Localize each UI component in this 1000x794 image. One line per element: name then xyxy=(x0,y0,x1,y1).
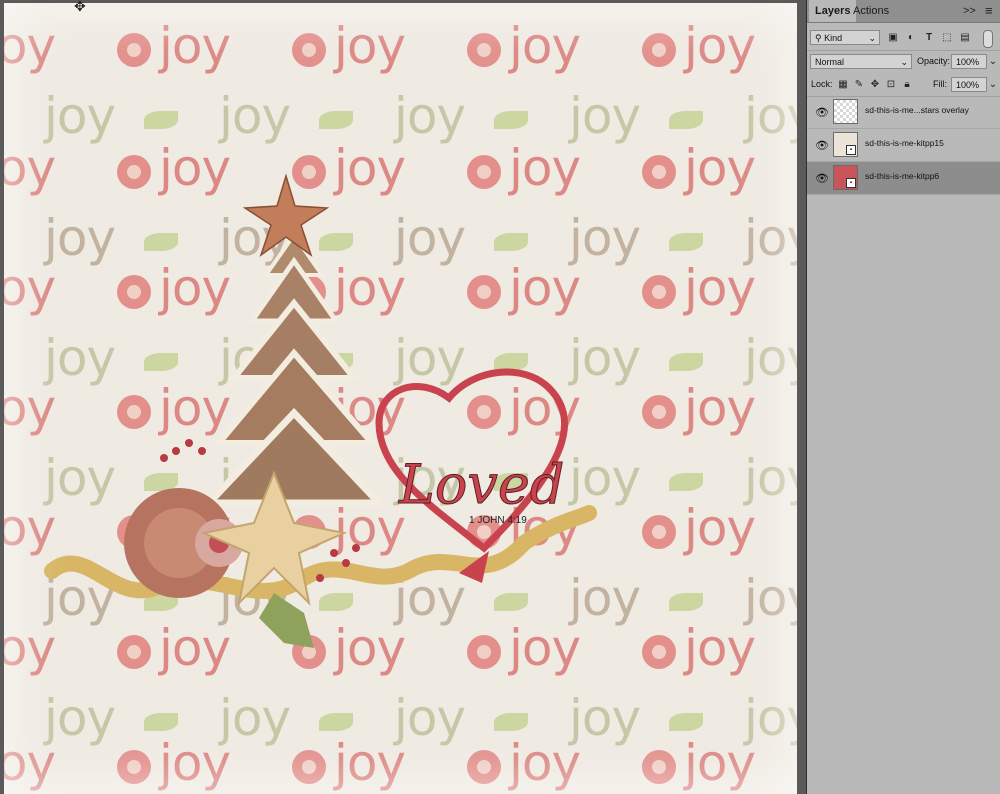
opacity-input[interactable]: 100% xyxy=(951,54,987,69)
lock-artboard-icon[interactable]: ⊡ xyxy=(885,77,897,92)
image-filter-icon[interactable]: ▣ xyxy=(887,30,899,45)
chevron-down-icon[interactable]: ⌄ xyxy=(987,77,999,92)
search-icon: ⚲ xyxy=(815,33,825,43)
layers-panel: Layers Actions >> ≡ ⚲ Kind ⌄ ▣ ◐ T ⬚ ▤ No… xyxy=(806,0,1000,794)
filter-toggle[interactable] xyxy=(983,30,993,48)
blend-mode-value: Normal xyxy=(815,57,845,67)
filter-kind-select[interactable]: ⚲ Kind ⌄ xyxy=(810,30,880,45)
layer-row[interactable]: 👁︎ ▪ sd-this-is-me-kitpp15 xyxy=(807,129,1000,162)
opacity-label: Opacity: xyxy=(917,56,951,66)
divider xyxy=(807,50,1000,51)
verse-label: 1 JOHN 4:19 xyxy=(469,515,527,526)
fill-value: 100% xyxy=(956,80,980,90)
lock-label: Lock: xyxy=(811,79,833,89)
eye-icon[interactable]: 👁︎ xyxy=(815,106,829,119)
layer-thumbnail: ▪ xyxy=(833,132,858,157)
layer-thumbnail xyxy=(833,99,858,124)
move-cursor-icon: ✥ xyxy=(74,0,86,14)
loved-title: Loved xyxy=(398,453,564,516)
lock-row: Lock: ▦ ✎ ✥ ⊡ 🔒︎ Fill: 100% ⌄ xyxy=(807,75,1000,97)
adjustment-filter-icon[interactable]: ◐ xyxy=(905,30,917,45)
layer-thumbnail: ▪ xyxy=(833,165,858,190)
lock-transparent-icon[interactable]: ▦ xyxy=(837,77,849,92)
eye-icon[interactable]: 👁︎ xyxy=(815,139,829,152)
holly-leaf xyxy=(259,593,314,648)
chevron-down-icon[interactable]: ⌄ xyxy=(987,54,999,69)
filter-kind-value: Kind xyxy=(824,33,843,43)
hamburger-menu-icon[interactable]: ≡ xyxy=(985,0,993,22)
tab-actions[interactable]: Actions xyxy=(847,0,895,22)
document-canvas[interactable]: joyjoyjoyjoyjoyjoyjoyjoyjoyjoyjoyjoyjoyj… xyxy=(4,3,797,794)
lock-all-icon[interactable]: 🔒︎ xyxy=(901,77,913,92)
shape-filter-icon[interactable]: ⬚ xyxy=(941,30,953,45)
layer-name: sd-this-is-me-kitpp6 xyxy=(865,171,940,181)
collapse-panel-icon[interactable]: >> xyxy=(963,0,976,22)
chevron-down-icon: ⌄ xyxy=(868,33,876,43)
lock-image-icon[interactable]: ✎ xyxy=(853,77,865,92)
blend-mode-select[interactable]: Normal ⌄ xyxy=(810,54,912,69)
layer-row[interactable]: 👁︎ sd-this-is-me...stars overlay xyxy=(807,96,1000,129)
type-filter-icon[interactable]: T xyxy=(923,30,935,45)
lock-position-icon[interactable]: ✥ xyxy=(869,77,881,92)
layer-row-selected[interactable]: 👁︎ ▪ sd-this-is-me-kitpp6 xyxy=(807,162,1000,195)
layer-name: sd-this-is-me-kitpp15 xyxy=(865,138,944,148)
smart-object-badge-icon: ▪ xyxy=(846,178,856,188)
chevron-down-icon: ⌄ xyxy=(900,57,908,67)
blend-row: Normal ⌄ Opacity: 100% ⌄ xyxy=(807,52,1000,74)
opacity-value: 100% xyxy=(956,57,980,67)
smart-object-badge-icon: ▪ xyxy=(846,145,856,155)
panel-tab-bar: Layers Actions >> ≡ xyxy=(807,0,1000,23)
eye-icon[interactable]: 👁︎ xyxy=(815,172,829,185)
fill-label: Fill: xyxy=(933,79,947,89)
layer-name: sd-this-is-me...stars overlay xyxy=(865,105,969,115)
filter-row: ⚲ Kind ⌄ ▣ ◐ T ⬚ ▤ xyxy=(807,28,1000,50)
smart-object-filter-icon[interactable]: ▤ xyxy=(959,30,971,45)
fill-input[interactable]: 100% xyxy=(951,77,987,92)
christmas-tree-cluster: Loved 1 JOHN 4:19 xyxy=(44,173,597,648)
document-canvas-area[interactable]: joyjoyjoyjoyjoyjoyjoyjoyjoyjoyjoyjoyjoyj… xyxy=(0,0,806,794)
